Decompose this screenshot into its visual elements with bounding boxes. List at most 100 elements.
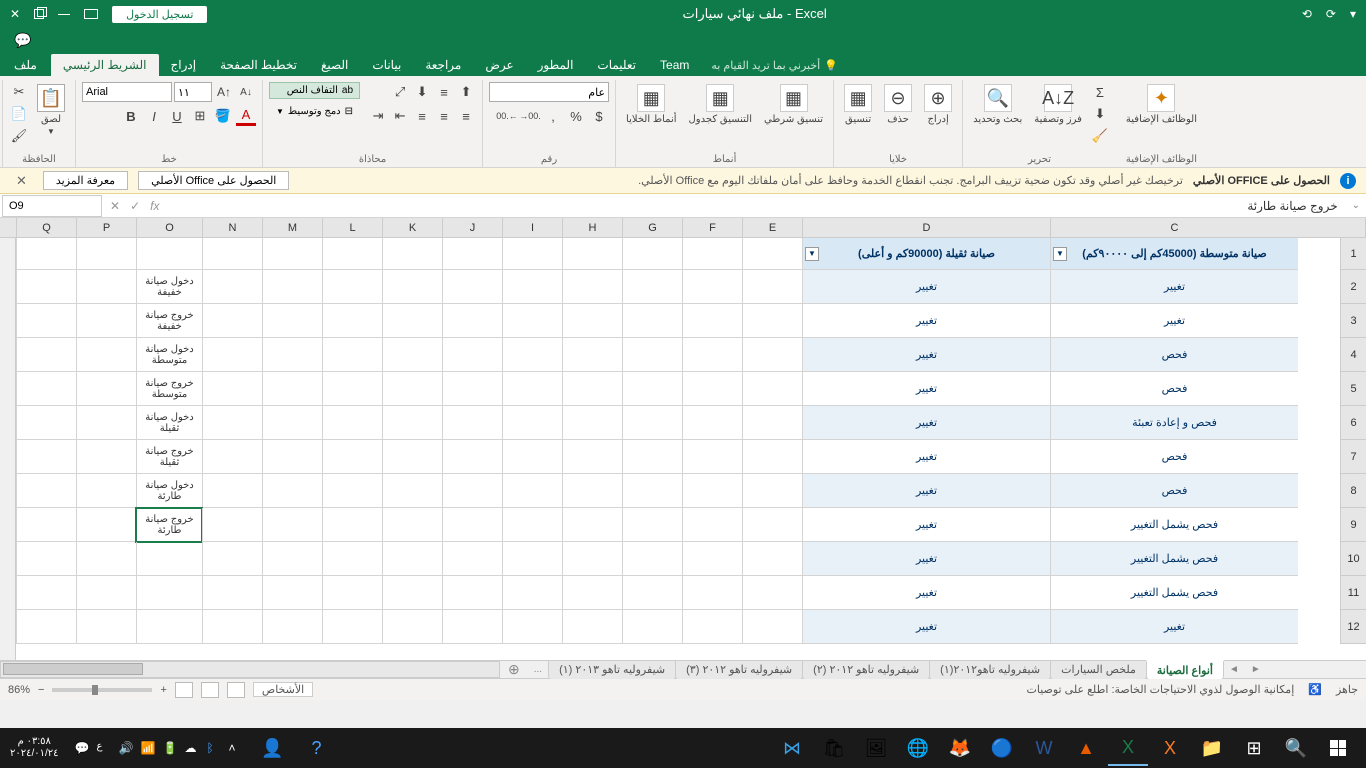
- cell-K10[interactable]: [382, 542, 442, 576]
- sheet-tab[interactable]: شيفروليه تاهو ٢٠١٣ (١): [548, 660, 676, 679]
- cell-E10[interactable]: [742, 542, 802, 576]
- align-center-icon[interactable]: ≡: [434, 106, 454, 126]
- orientation-icon[interactable]: ⤢: [390, 82, 410, 102]
- cell-I6[interactable]: [502, 406, 562, 440]
- column-header-K[interactable]: K: [382, 218, 442, 237]
- column-header-C[interactable]: C: [1050, 218, 1298, 237]
- cell-I11[interactable]: [502, 576, 562, 610]
- cell-N9[interactable]: [202, 508, 262, 542]
- cell-Q12[interactable]: [16, 610, 76, 644]
- dec-decimal-icon[interactable]: ←.00: [497, 106, 517, 126]
- cell-K3[interactable]: [382, 304, 442, 338]
- row-header-12[interactable]: 12: [1340, 610, 1366, 644]
- undo-dropdown-icon[interactable]: ▾: [1350, 7, 1356, 21]
- increase-font-icon[interactable]: A↑: [214, 82, 234, 102]
- tab-data[interactable]: بيانات: [360, 54, 413, 76]
- cell-C2[interactable]: تغيير: [1050, 270, 1298, 304]
- align-right-icon[interactable]: ≡: [456, 106, 476, 126]
- column-header-H[interactable]: H: [562, 218, 622, 237]
- cell-styles-button[interactable]: ▦أنماط الخلايا: [622, 82, 681, 127]
- taskbar-people-icon[interactable]: 👤: [253, 730, 293, 766]
- cell-M9[interactable]: [262, 508, 322, 542]
- taskbar-app-vscode[interactable]: ⋈: [772, 730, 812, 766]
- accounting-icon[interactable]: $: [589, 106, 609, 126]
- sheet-tab[interactable]: شيفروليه تاهو ٢٠١٢ (٢): [802, 660, 930, 679]
- paste-button[interactable]: 📋 لصق▼: [33, 82, 69, 138]
- cell-C6[interactable]: فحص و إعادة تعبئة: [1050, 406, 1298, 440]
- cell-F1[interactable]: [682, 238, 742, 270]
- column-header-J[interactable]: J: [442, 218, 502, 237]
- taskbar-app-photos[interactable]: 🖼: [856, 730, 896, 766]
- cell-C12[interactable]: تغيير: [1050, 610, 1298, 644]
- restore-icon[interactable]: [34, 9, 44, 19]
- cell-I1[interactable]: [502, 238, 562, 270]
- format-cells-button[interactable]: ▦تنسيق: [840, 82, 876, 127]
- cell-C11[interactable]: فحص يشمل التغيير: [1050, 576, 1298, 610]
- format-as-table-button[interactable]: ▦التنسيق كجدول: [685, 82, 756, 127]
- cell-O1[interactable]: [136, 238, 202, 270]
- cell-N5[interactable]: [202, 372, 262, 406]
- cell-M2[interactable]: [262, 270, 322, 304]
- formula-input[interactable]: خروج صيانة طارئة: [167, 199, 1345, 213]
- cell-M11[interactable]: [262, 576, 322, 610]
- italic-icon[interactable]: I: [144, 106, 164, 126]
- cell-N10[interactable]: [202, 542, 262, 576]
- cell-I8[interactable]: [502, 474, 562, 508]
- close-icon[interactable]: ✕: [10, 7, 20, 21]
- cell-D11[interactable]: تغيير: [802, 576, 1050, 610]
- indent-dec-icon[interactable]: ⇤: [390, 106, 410, 126]
- cell-C7[interactable]: فحص: [1050, 440, 1298, 474]
- row-header-7[interactable]: 7: [1340, 440, 1366, 474]
- fill-icon[interactable]: ⬇: [1090, 104, 1110, 124]
- cell-H8[interactable]: [562, 474, 622, 508]
- cell-H6[interactable]: [562, 406, 622, 440]
- zoom-slider[interactable]: [52, 688, 152, 692]
- cell-C5[interactable]: فحص: [1050, 372, 1298, 406]
- cell-F10[interactable]: [682, 542, 742, 576]
- row-header-5[interactable]: 5: [1340, 372, 1366, 406]
- cell-F7[interactable]: [682, 440, 742, 474]
- cell-H2[interactable]: [562, 270, 622, 304]
- accessibility-icon[interactable]: ♿: [1308, 683, 1322, 696]
- cell-Q1[interactable]: [16, 238, 76, 270]
- taskbar-app-store[interactable]: 🛍: [814, 730, 854, 766]
- cell-O6[interactable]: دخول صيانة ثقيلة: [136, 406, 202, 440]
- learn-more-button[interactable]: معرفة المزيد: [43, 171, 128, 190]
- cell-H4[interactable]: [562, 338, 622, 372]
- cell-C9[interactable]: فحص يشمل التغيير: [1050, 508, 1298, 542]
- cell-M8[interactable]: [262, 474, 322, 508]
- delete-cells-button[interactable]: ⊖حذف: [880, 82, 916, 127]
- cell-H3[interactable]: [562, 304, 622, 338]
- cell-N7[interactable]: [202, 440, 262, 474]
- sheet-nav-next-icon[interactable]: ►: [1245, 664, 1267, 675]
- column-header-F[interactable]: F: [682, 218, 742, 237]
- cell-K7[interactable]: [382, 440, 442, 474]
- cell-G8[interactable]: [622, 474, 682, 508]
- cell-F5[interactable]: [682, 372, 742, 406]
- login-button[interactable]: تسجيل الدخول: [112, 6, 207, 23]
- cell-O10[interactable]: [136, 542, 202, 576]
- cell-L12[interactable]: [322, 610, 382, 644]
- cell-D6[interactable]: تغيير: [802, 406, 1050, 440]
- get-office-button[interactable]: الحصول على Office الأصلي: [138, 171, 289, 190]
- cell-J4[interactable]: [442, 338, 502, 372]
- sheet-tab[interactable]: شيفروليه تاهو٢٠١٢(١): [929, 660, 1051, 679]
- cell-L4[interactable]: [322, 338, 382, 372]
- inc-decimal-icon[interactable]: .00→: [520, 106, 540, 126]
- cell-I7[interactable]: [502, 440, 562, 474]
- redo-icon[interactable]: ⟳: [1326, 7, 1336, 21]
- cell-M7[interactable]: [262, 440, 322, 474]
- cell-J12[interactable]: [442, 610, 502, 644]
- cell-G7[interactable]: [622, 440, 682, 474]
- column-header-Q[interactable]: Q: [16, 218, 76, 237]
- onedrive-icon[interactable]: ☁: [185, 741, 199, 755]
- status-accessibility[interactable]: إمكانية الوصول لذوي الاحتياجات الخاصة: ا…: [1026, 683, 1294, 696]
- cell-F2[interactable]: [682, 270, 742, 304]
- cell-E6[interactable]: [742, 406, 802, 440]
- cell-D10[interactable]: تغيير: [802, 542, 1050, 576]
- view-pagelayout-icon[interactable]: [201, 682, 219, 698]
- clear-icon[interactable]: 🧹: [1090, 126, 1110, 146]
- cell-D5[interactable]: تغيير: [802, 372, 1050, 406]
- cell-J8[interactable]: [442, 474, 502, 508]
- cell-M10[interactable]: [262, 542, 322, 576]
